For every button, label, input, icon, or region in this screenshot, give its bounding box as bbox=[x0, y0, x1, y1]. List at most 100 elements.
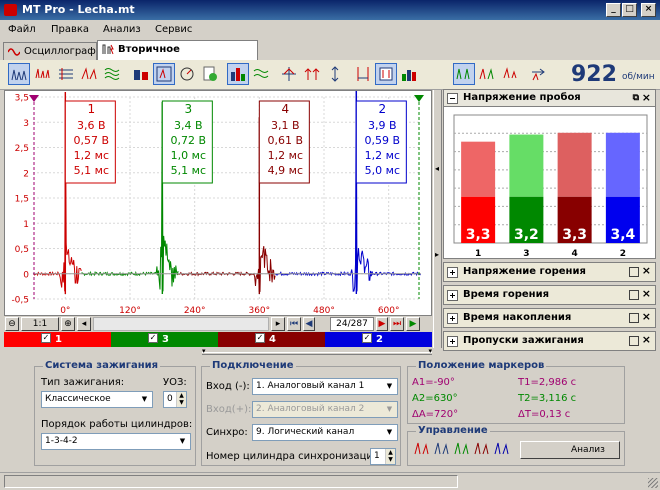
section-burn-voltage[interactable]: Напряжение горения × bbox=[443, 262, 656, 282]
control-waveform-1[interactable] bbox=[414, 440, 432, 458]
cylinder-toggle-2[interactable]: ✓ 2 bbox=[325, 332, 432, 347]
sync-alt-button[interactable] bbox=[476, 63, 498, 85]
close-button[interactable]: × bbox=[641, 3, 656, 17]
sync-cycle-button[interactable] bbox=[499, 63, 521, 85]
minimize-button[interactable]: _ bbox=[606, 3, 621, 17]
marker-amplitude-button[interactable] bbox=[375, 63, 397, 85]
cylinder-info-value: 5,1 мс bbox=[171, 164, 206, 177]
control-waveform-2[interactable] bbox=[434, 440, 452, 458]
section-dwell-time[interactable]: Время накопления × bbox=[443, 308, 656, 328]
time-marker-icon bbox=[357, 67, 369, 81]
horizontal-splitter[interactable]: ▾ ▾ bbox=[202, 347, 432, 357]
zoom-fit-button[interactable] bbox=[153, 63, 175, 85]
restore-icon[interactable] bbox=[629, 267, 639, 277]
scroll-right-button[interactable]: ▸ bbox=[271, 317, 285, 331]
menu-service[interactable]: Сервис bbox=[155, 24, 192, 35]
marker-time-button[interactable] bbox=[352, 63, 374, 85]
scale-button[interactable] bbox=[130, 63, 152, 85]
bar-category-label: 2 bbox=[620, 249, 626, 259]
horizontal-scrollbar[interactable] bbox=[93, 317, 269, 331]
close-section-icon[interactable]: × bbox=[642, 334, 651, 346]
cylinder-toggle-4[interactable]: ✓ 4 bbox=[218, 332, 325, 347]
raster-view-icon bbox=[59, 68, 73, 80]
status-cell bbox=[4, 475, 458, 488]
fit-icon bbox=[156, 66, 172, 82]
sync-button[interactable] bbox=[453, 63, 475, 85]
input-plus-select[interactable]: 2. Аналоговый канал 2 ▼ bbox=[252, 401, 398, 418]
waveform-icon bbox=[494, 442, 509, 455]
view-raster-button[interactable] bbox=[55, 63, 77, 85]
section-label: Время накопления bbox=[463, 312, 572, 323]
ignition-type-select[interactable]: Классическое ▼ bbox=[41, 391, 153, 408]
bar-chart-svg: 3,3 1 3,2 3 3,3 4 3,4 2 bbox=[453, 114, 648, 259]
cylinder-info-value: 0,57 В bbox=[74, 134, 110, 147]
resize-grip-icon[interactable] bbox=[648, 478, 658, 488]
markers-title: Положение маркеров bbox=[416, 360, 547, 371]
zoom-ratio[interactable]: 1:1 bbox=[21, 317, 59, 331]
rpm-unit: об/мин bbox=[622, 72, 655, 82]
control-waveform-3[interactable] bbox=[454, 440, 472, 458]
cylinder-toggle-3[interactable]: ✓ 3 bbox=[111, 332, 218, 347]
check-button[interactable] bbox=[199, 63, 221, 85]
record-button[interactable] bbox=[527, 63, 549, 85]
marker-center-button[interactable] bbox=[278, 63, 300, 85]
close-section-icon[interactable]: × bbox=[642, 265, 651, 277]
menu-file[interactable]: Файл bbox=[8, 24, 36, 35]
bar-chart-button[interactable] bbox=[227, 63, 249, 85]
tab-oscilloscope[interactable]: Осциллограф bbox=[3, 42, 97, 60]
menu-edit[interactable]: Правка bbox=[51, 24, 89, 35]
next-frame-button[interactable]: ▶ bbox=[376, 317, 388, 331]
input-plus-label: Вход(+): bbox=[206, 404, 252, 415]
vertical-splitter[interactable]: ◂ ▸ bbox=[433, 90, 442, 348]
zoom-in-button[interactable]: ⊕ bbox=[61, 317, 75, 331]
marker-vertical-button[interactable] bbox=[324, 63, 346, 85]
uoz-spinner[interactable]: 0 ▲ ▼ bbox=[163, 391, 187, 408]
close-section-icon[interactable]: × bbox=[642, 288, 651, 300]
tab-secondary-voltage[interactable]: Вторичное напряжение bbox=[97, 40, 258, 72]
scroll-left-button[interactable]: ◂ bbox=[77, 317, 91, 331]
menu-analysis[interactable]: Анализ bbox=[103, 24, 141, 35]
checkbox-icon: ✓ bbox=[41, 333, 51, 343]
analysis-button[interactable]: Анализ bbox=[520, 441, 620, 459]
sync-value: 9. Логический канал bbox=[256, 427, 355, 437]
section-misfires[interactable]: Пропуски зажигания × bbox=[443, 331, 656, 351]
menu-bar: Файл Правка Анализ Сервис bbox=[0, 20, 660, 40]
input-minus-select[interactable]: 1. Аналоговый канал 1 ▼ bbox=[252, 378, 398, 395]
view-cylinders-button[interactable] bbox=[78, 63, 100, 85]
last-frame-button[interactable]: ⏭ bbox=[390, 317, 404, 331]
restore-icon[interactable] bbox=[629, 336, 639, 346]
marker-up-button[interactable] bbox=[301, 63, 323, 85]
waves-button[interactable] bbox=[250, 63, 272, 85]
view-overlay-button[interactable] bbox=[8, 63, 30, 85]
expand-icon bbox=[447, 336, 458, 347]
firing-order-select[interactable]: 1-3-4-2 ▼ bbox=[41, 433, 191, 450]
first-frame-button[interactable]: ⏮ bbox=[287, 317, 301, 331]
restore-icon[interactable] bbox=[629, 313, 639, 323]
close-panel-icon[interactable]: × bbox=[642, 90, 651, 106]
view-3d-button[interactable] bbox=[101, 63, 123, 85]
sync-select[interactable]: 9. Логический канал ▼ bbox=[252, 424, 398, 441]
zoom-out-button[interactable]: ⊖ bbox=[5, 317, 19, 331]
settings-panel: Система зажигания Тип зажигания: Классич… bbox=[4, 357, 656, 470]
breakdown-voltage-header[interactable]: Напряжение пробоя ⧉ × bbox=[443, 89, 656, 107]
restore-icon[interactable] bbox=[629, 290, 639, 300]
chevron-down-icon: ▼ bbox=[141, 395, 148, 403]
sync-cylinder-spinner[interactable]: 1 ▲ ▼ bbox=[370, 448, 396, 465]
control-waveform-4[interactable] bbox=[474, 440, 492, 458]
waveform-icon bbox=[434, 442, 449, 455]
float-icon[interactable]: ⧉ bbox=[633, 90, 639, 106]
prev-frame-button[interactable]: ◀ bbox=[303, 317, 315, 331]
crosshair-icon bbox=[282, 67, 296, 81]
oscillogram-chart[interactable]: 3,5 3 2,5 2 1,5 1 0,5 0 -0,5 0° 120° 240° 360° 480° 60… bbox=[4, 90, 432, 316]
cylinder-toggle-1[interactable]: ✓ 1 bbox=[4, 332, 111, 347]
control-waveform-5[interactable] bbox=[494, 440, 512, 458]
rpm-button[interactable] bbox=[176, 63, 198, 85]
markers-bar-button[interactable] bbox=[398, 63, 420, 85]
section-burn-time[interactable]: Время горения × bbox=[443, 285, 656, 305]
play-button[interactable]: ▶ bbox=[406, 317, 420, 331]
chevron-down-icon: ▼ bbox=[386, 382, 393, 390]
view-parade-button[interactable] bbox=[32, 63, 54, 85]
close-section-icon[interactable]: × bbox=[642, 311, 651, 323]
input-minus-value: 1. Аналоговый канал 1 bbox=[256, 381, 365, 391]
maximize-button[interactable]: □ bbox=[622, 3, 637, 17]
